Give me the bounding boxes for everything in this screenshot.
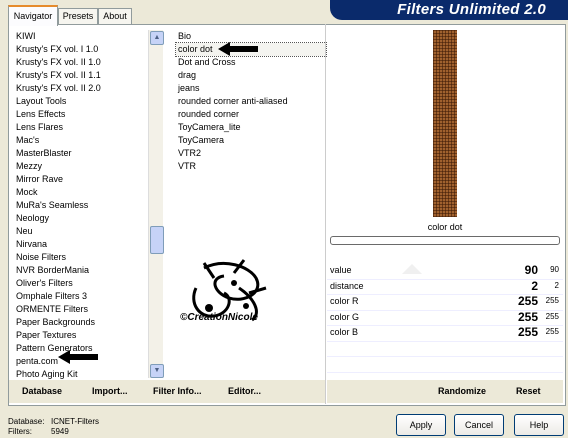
parameter-row[interactable]: color G 255 255 [327,309,563,326]
empty-parameter-row [327,357,563,373]
category-item[interactable]: Neology [14,212,148,225]
tab-about[interactable]: About [98,8,132,24]
creator-watermark-logo [192,259,267,322]
filter-info-button[interactable]: Filter Info... [153,386,202,396]
filter-item[interactable]: rounded corner anti-aliased [176,95,326,108]
category-item[interactable]: Mezzy [14,160,148,173]
category-item[interactable]: Krusty's FX vol. I 1.0 [14,43,148,56]
scroll-up-icon[interactable]: ▲ [150,31,164,45]
progress-bar [330,236,560,245]
category-item[interactable]: MuRa's Seamless [14,199,148,212]
database-label: Database: [8,417,45,426]
filters-label: Filters: [8,427,32,436]
category-item[interactable]: Krusty's FX vol. II 2.0 [14,82,148,95]
category-item[interactable]: Noise Filters [14,251,148,264]
parameter-value: 255 [517,325,538,339]
app-title: Filters Unlimited 2.0 [397,1,546,18]
category-item[interactable]: Mac's [14,134,148,147]
filter-item[interactable]: rounded corner [176,108,326,121]
tab-navigator[interactable]: Navigator [8,5,58,26]
filters-value: 5949 [51,427,69,436]
parameter-row[interactable]: value 90 90 [327,263,563,280]
category-item[interactable]: Nirvana [14,238,148,251]
category-item[interactable]: Lens Flares [14,121,148,134]
category-item[interactable]: Krusty's FX vol. II 1.1 [14,69,148,82]
category-list[interactable]: KIWI Krusty's FX vol. I 1.0 Krusty's FX vo… [14,30,148,381]
parameter-value: 255 [517,309,538,324]
database-value: ICNET-Filters [51,417,99,426]
parameter-name: color G [330,311,360,322]
category-item[interactable]: KIWI [14,30,148,43]
app-banner: Filters Unlimited 2.0 [330,0,568,20]
parameter-value: 2 [531,278,538,293]
filter-item[interactable]: VTR [176,160,326,173]
parameter-raw-value: 90 [550,265,559,274]
filter-item[interactable]: VTR2 [176,147,326,160]
parameter-row[interactable]: distance 2 2 [327,278,563,295]
parameter-raw-value: 255 [545,296,559,305]
category-item[interactable]: Neu [14,225,148,238]
parameter-table[interactable]: value 90 90 distance 2 2 color R 255 255 color G2… [327,263,563,388]
filter-item[interactable]: jeans [176,82,326,95]
cancel-button[interactable]: Cancel [454,414,504,436]
watermark-text: ©CreationNicole [180,312,258,323]
parameter-name: color R [330,296,359,306]
filter-item[interactable]: ToyCamera [176,134,326,147]
parameter-raw-value: 255 [545,327,559,336]
empty-parameter-row [327,342,563,357]
category-item[interactable]: Layout Tools [14,95,148,108]
parameter-row[interactable]: color B 255 255 [327,325,563,342]
randomize-button[interactable]: Randomize [438,386,486,396]
import-button[interactable]: Import... [92,386,128,396]
category-item[interactable]: Lens Effects [14,108,148,121]
reset-button[interactable]: Reset [516,386,541,396]
filter-item[interactable]: Dot and Cross [176,56,326,69]
arrow-pointer-icon [58,350,98,364]
parameter-raw-value: 255 [545,311,559,321]
category-item[interactable]: Mirror Rave [14,173,148,186]
category-item[interactable]: ORMENTE Filters [14,303,148,316]
tab-presets[interactable]: Presets [58,8,98,24]
editor-button[interactable]: Editor... [228,386,261,396]
category-item[interactable]: NVR BorderMania [14,264,148,277]
help-button[interactable]: Help [514,414,564,436]
preview-image [433,30,457,217]
scroll-thumb[interactable] [150,226,164,254]
divider [325,24,326,404]
parameter-name: distance [330,280,364,291]
category-item[interactable]: Oliver's Filters [14,277,148,290]
category-item[interactable]: Omphale Filters 3 [14,290,148,303]
parameter-row[interactable]: color R 255 255 [327,294,563,311]
parameter-name: value [330,265,352,275]
parameter-value: 255 [517,294,538,308]
category-scrollbar[interactable]: ▲ ▼ [148,30,164,378]
apply-button[interactable]: Apply [396,414,446,436]
category-item[interactable]: Paper Backgrounds [14,316,148,329]
arrow-pointer-icon [218,42,258,56]
category-item[interactable]: MasterBlaster [14,147,148,160]
filter-item[interactable]: drag [176,69,326,82]
parameter-value: 90 [524,263,538,277]
scroll-down-icon[interactable]: ▼ [150,364,164,378]
parameter-name: color B [330,327,359,337]
category-item[interactable]: Krusty's FX vol. II 1.0 [14,56,148,69]
category-item[interactable]: Paper Textures [14,329,148,342]
parameter-raw-value: 2 [554,280,559,290]
category-item[interactable]: Mock [14,186,148,199]
preview-label: color dot [427,222,463,232]
filter-item[interactable]: ToyCamera_lite [176,121,326,134]
database-button[interactable]: Database [22,386,62,396]
